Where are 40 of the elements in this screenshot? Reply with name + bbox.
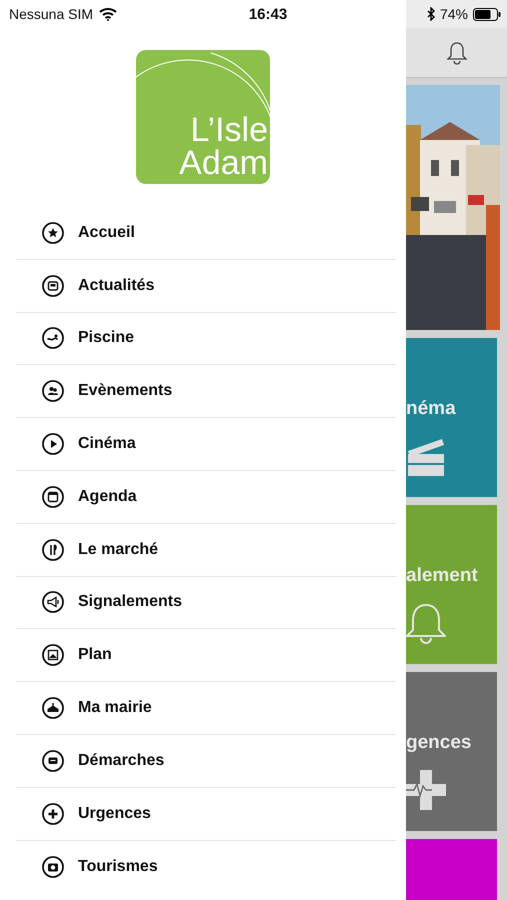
menu-item[interactable]: Actualités [16,260,396,313]
city-logo: L’Isle Adam [136,50,270,184]
menu-item[interactable]: Evènements [16,365,396,418]
play-icon [42,433,64,456]
map-icon [42,644,64,666]
tile-button[interactable]: néma [406,338,497,497]
swimmer-icon [42,327,64,350]
wifi-icon [99,7,118,21]
megaphone-icon [42,591,64,614]
menu-item[interactable]: Urgences [16,788,396,841]
menu-item[interactable]: Démarches [16,734,396,788]
medical-cross-icon [406,768,446,812]
menu-item[interactable]: Signalements [16,576,396,630]
tile-label: alement [406,565,479,587]
bell-icon [406,601,446,645]
tile-label: néma [406,398,457,420]
clock-time: 16:43 [248,6,288,22]
menu-item[interactable]: Tourismes [16,840,396,894]
bell-icon[interactable] [446,40,468,64]
menu-item[interactable]: Piscine [16,312,396,366]
camera-icon [42,856,64,878]
plus-icon [42,802,64,825]
calendar-icon [42,486,64,508]
menu-item[interactable]: Agenda [16,470,396,524]
menu-item[interactable]: Plan [16,629,396,682]
battery-icon [473,8,501,20]
tile-label: gences [406,732,472,754]
menu-item[interactable]: Accueil [16,207,396,260]
menu-item[interactable]: Cinéma [16,418,396,471]
menu-item[interactable]: Ma mairie [16,682,396,735]
people-icon [42,380,64,402]
tile-button[interactable]: gences [406,672,497,831]
cutlery-icon [42,538,64,561]
chat-icon [42,750,64,772]
battery-percent: 74% [440,6,468,22]
newspaper-icon [42,274,64,297]
building-icon [42,697,64,720]
bluetooth-icon [426,7,435,21]
carrier-name: Nessuna SIM [9,6,94,22]
menu-item[interactable]: Le marché [16,524,396,577]
